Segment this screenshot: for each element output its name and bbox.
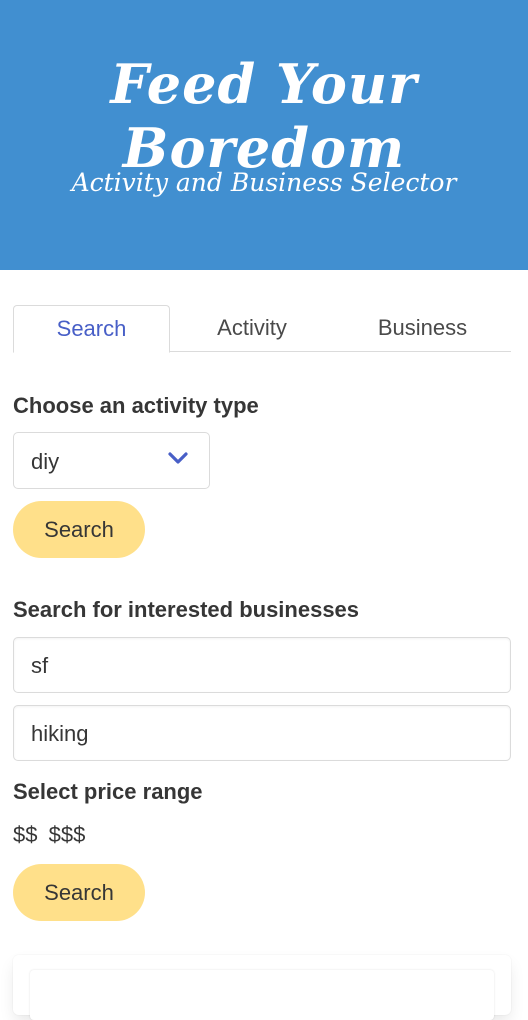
chevron-down-icon bbox=[168, 452, 188, 464]
price-range-label: Select price range bbox=[13, 779, 203, 804]
search-term-input-value: hiking bbox=[31, 721, 89, 746]
tab-business[interactable]: Business bbox=[334, 305, 511, 353]
price-option-2[interactable]: $$ bbox=[13, 822, 37, 847]
result-item bbox=[30, 970, 494, 1020]
page-subtitle: Activity and Business Selector bbox=[71, 168, 457, 197]
business-search-label: Search for interested businesses bbox=[13, 597, 360, 622]
activity-type-value: diy bbox=[31, 449, 60, 474]
activity-search-button[interactable]: Search bbox=[13, 501, 145, 558]
tab-activity[interactable]: Activity bbox=[170, 305, 334, 353]
location-input[interactable]: sf bbox=[13, 637, 511, 693]
tab-bar: Search Activity Business bbox=[13, 305, 511, 353]
page-title: Feed Your Boredom bbox=[110, 52, 418, 180]
activity-type-select[interactable]: diy bbox=[13, 432, 210, 489]
tab-search[interactable]: Search bbox=[13, 305, 170, 353]
price-range-options: $$ $$$ bbox=[13, 822, 90, 848]
activity-type-label: Choose an activity type bbox=[13, 393, 259, 418]
business-search-button[interactable]: Search bbox=[13, 864, 145, 921]
location-input-value: sf bbox=[31, 653, 49, 678]
price-option-3[interactable]: $$$ bbox=[49, 822, 86, 847]
hero-banner: Feed Your Boredom Activity and Business … bbox=[0, 0, 528, 270]
search-term-input[interactable]: hiking bbox=[13, 705, 511, 761]
results-card bbox=[13, 955, 511, 1020]
